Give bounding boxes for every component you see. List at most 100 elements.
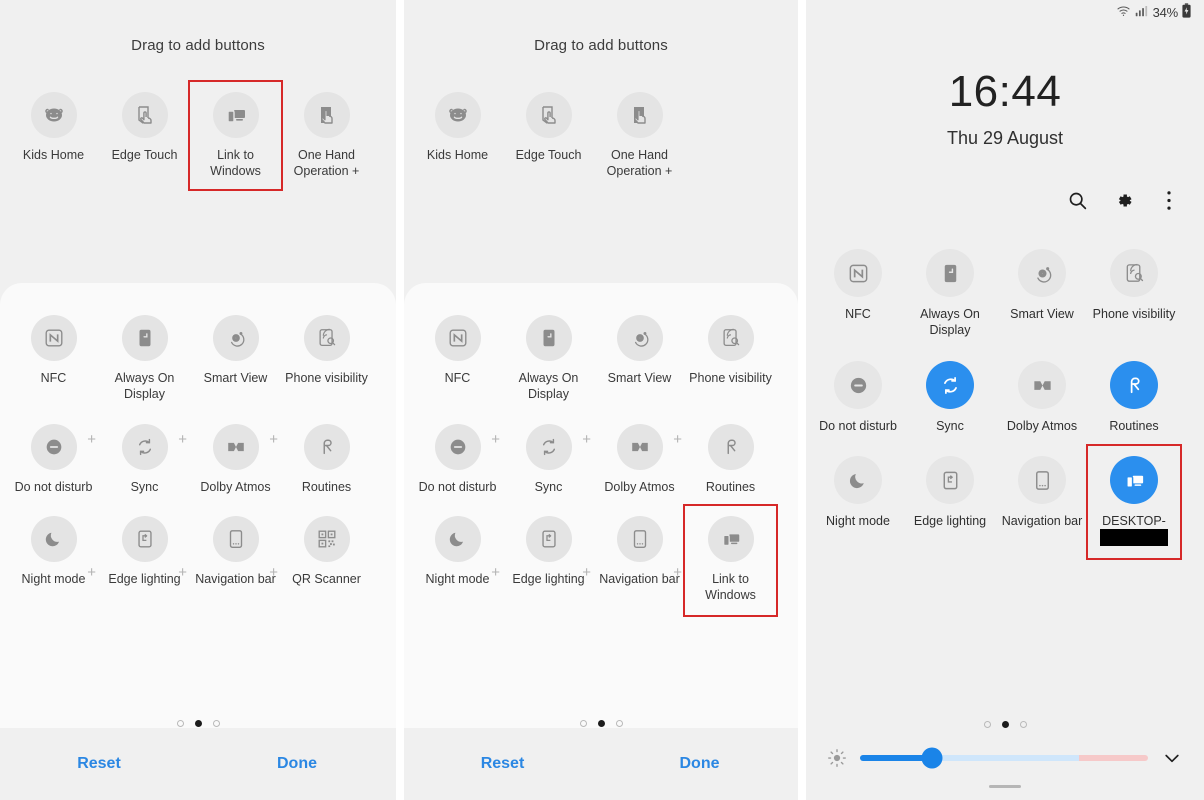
page-dot[interactable] xyxy=(615,720,623,727)
editor-grid-row: Do not disturb Sync Dolby Atmos Routines xyxy=(412,424,790,495)
grid-tile-edge-lighting[interactable]: Edge lighting xyxy=(503,516,594,615)
status-bar: 34% xyxy=(806,0,1204,24)
qs-tile-label: Sync xyxy=(936,419,964,433)
qs-tile-navigation-bar[interactable]: Navigation bar xyxy=(996,456,1088,558)
grid-tile-label: Link to Windows xyxy=(705,572,756,602)
qs-tile-label: DESKTOP- xyxy=(1090,513,1178,547)
qs-tile-smart-view[interactable]: Smart View xyxy=(996,249,1088,338)
kids-home-icon xyxy=(30,92,77,138)
page-dot[interactable] xyxy=(1019,721,1027,728)
device-name-text: DESKTOP- xyxy=(1102,514,1166,528)
one-hand-operation-icon xyxy=(616,92,663,138)
page-dot[interactable] xyxy=(579,720,587,727)
brightness-slider-knob[interactable] xyxy=(921,747,943,769)
page-dot-active[interactable] xyxy=(597,720,605,727)
grid-tile-night-mode[interactable]: Night mode xyxy=(8,516,99,587)
grid-tile-do-not-disturb[interactable]: Do not disturb xyxy=(412,424,503,495)
edge-touch-icon xyxy=(121,92,168,138)
qs-tile-link-to-windows-desktop[interactable]: DESKTOP- xyxy=(1086,443,1182,561)
qs-tile-night-mode[interactable]: Night mode xyxy=(812,456,904,558)
gear-icon[interactable] xyxy=(1110,187,1136,213)
night-mode-icon xyxy=(30,516,77,562)
available-tile-edge-touch[interactable]: Edge Touch xyxy=(503,92,594,179)
available-tile-kids-home[interactable]: Kids Home xyxy=(8,92,99,189)
done-button[interactable]: Done xyxy=(198,755,396,773)
grid-tile-qr-scanner[interactable]: QR Scanner xyxy=(281,516,372,587)
grid-tile-nfc[interactable]: NFC xyxy=(8,315,99,402)
grid-tile-edge-lighting[interactable]: Edge lighting xyxy=(99,516,190,587)
grid-tile-nfc[interactable]: NFC xyxy=(412,315,503,402)
brightness-slider[interactable] xyxy=(860,747,1148,769)
qs-tile-label: Phone visibility xyxy=(1092,307,1176,321)
grid-tile-dolby-atmos[interactable]: Dolby Atmos xyxy=(594,424,685,495)
page-dots xyxy=(0,720,396,727)
grid-tile-always-on-display[interactable]: Always On Display xyxy=(99,315,190,402)
available-tile-one-hand-operation[interactable]: One Hand Operation + xyxy=(594,92,685,179)
qs-tile-routines[interactable]: Routines xyxy=(1088,361,1180,434)
qs-tile-nfc[interactable]: NFC xyxy=(812,249,904,338)
clock-time: 16:44 xyxy=(948,67,1062,116)
smart-view-icon xyxy=(212,315,259,361)
edge-lighting-icon xyxy=(525,516,572,562)
available-tile-link-to-windows[interactable]: Link to Windows xyxy=(188,80,283,191)
grid-tile-label: Navigation bar xyxy=(599,572,680,586)
qs-tile-sync[interactable]: Sync xyxy=(904,361,996,434)
reset-button[interactable]: Reset xyxy=(0,755,198,773)
done-button[interactable]: Done xyxy=(601,755,798,773)
available-tile-kids-home[interactable]: Kids Home xyxy=(412,92,503,179)
grid-tile-label: Always On Display xyxy=(114,371,175,401)
grid-tile-phone-visibility[interactable]: Phone visibility xyxy=(281,315,372,402)
available-tile-one-hand-operation[interactable]: One Hand Operation + xyxy=(281,92,372,189)
qs-tile-phone-visibility[interactable]: Phone visibility xyxy=(1088,249,1180,338)
grid-tile-sync[interactable]: Sync xyxy=(99,424,190,495)
page-dot[interactable] xyxy=(212,720,220,727)
grid-tile-smart-view[interactable]: Smart View xyxy=(594,315,685,402)
screenshot-root: Drag to add buttons Kids Home Edge Touch… xyxy=(0,0,1204,800)
grid-tile-night-mode[interactable]: Night mode xyxy=(412,516,503,615)
link-to-windows-icon xyxy=(1110,456,1158,504)
grid-tile-always-on-display[interactable]: Always On Display xyxy=(503,315,594,402)
grid-tile-label: Dolby Atmos xyxy=(200,480,271,494)
qs-tile-do-not-disturb[interactable]: Do not disturb xyxy=(812,361,904,434)
available-tile-label: One Hand Operation + xyxy=(606,148,673,178)
dolby-atmos-icon xyxy=(212,424,259,470)
grid-tile-routines[interactable]: Routines xyxy=(685,424,776,495)
grid-tile-sync[interactable]: Sync xyxy=(503,424,594,495)
night-mode-icon xyxy=(834,456,882,504)
grid-tile-link-to-windows[interactable]: Link to Windows xyxy=(683,504,778,617)
qs-tile-edge-lighting[interactable]: Edge lighting xyxy=(904,456,996,558)
grid-tile-label: NFC xyxy=(40,371,67,385)
edge-lighting-icon xyxy=(121,516,168,562)
grid-tile-routines[interactable]: Routines xyxy=(281,424,372,495)
grid-tile-navigation-bar[interactable]: Navigation bar xyxy=(190,516,281,587)
more-options-icon[interactable] xyxy=(1156,187,1182,213)
search-icon[interactable] xyxy=(1064,187,1090,213)
page-dot[interactable] xyxy=(176,720,184,727)
grid-tile-label: Smart View xyxy=(607,371,672,385)
grid-tile-dolby-atmos[interactable]: Dolby Atmos xyxy=(190,424,281,495)
chevron-down-icon[interactable] xyxy=(1160,746,1184,770)
do-not-disturb-icon xyxy=(30,424,77,470)
qs-tile-dolby-atmos[interactable]: Dolby Atmos xyxy=(996,361,1088,434)
page-dot-active[interactable] xyxy=(194,720,202,727)
page-dot-active[interactable] xyxy=(1001,721,1009,728)
grid-tile-do-not-disturb[interactable]: Do not disturb xyxy=(8,424,99,495)
qs-tile-always-on-display[interactable]: Always On Display xyxy=(904,249,996,338)
available-tile-edge-touch[interactable]: Edge Touch xyxy=(99,92,190,189)
routines-icon xyxy=(1110,361,1158,409)
reset-button[interactable]: Reset xyxy=(404,755,601,773)
routines-icon xyxy=(707,424,754,470)
grid-tile-navigation-bar[interactable]: Navigation bar xyxy=(594,516,685,615)
grid-tile-smart-view[interactable]: Smart View xyxy=(190,315,281,402)
sync-icon xyxy=(121,424,168,470)
sync-icon xyxy=(525,424,572,470)
qs-tile-label: Dolby Atmos xyxy=(1006,419,1078,433)
available-tile-label: Link to Windows xyxy=(210,148,261,178)
always-on-display-icon xyxy=(926,249,974,297)
panel-drag-handle[interactable] xyxy=(989,785,1021,788)
grid-tile-label: Edge lighting xyxy=(108,572,181,586)
brightness-icon[interactable] xyxy=(826,747,848,769)
grid-tile-label: Sync xyxy=(130,480,159,494)
grid-tile-phone-visibility[interactable]: Phone visibility xyxy=(685,315,776,402)
page-dot[interactable] xyxy=(983,721,991,728)
